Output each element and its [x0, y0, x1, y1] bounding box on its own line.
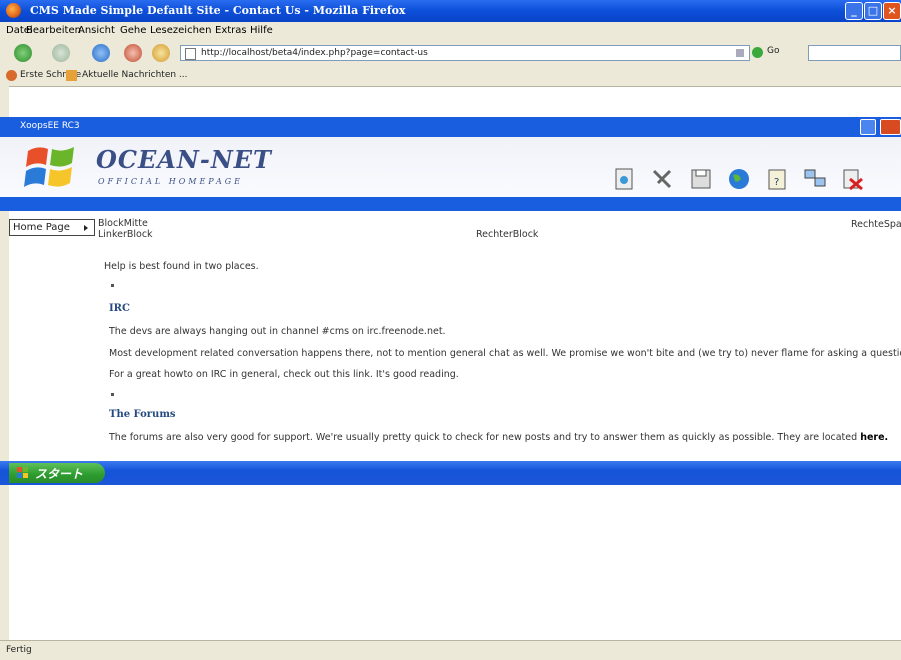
- forums-text: The forums are also very good for suppor…: [109, 432, 861, 443]
- home-page-label: Home Page: [13, 222, 70, 233]
- taskbar: [0, 461, 901, 485]
- svg-text:?: ?: [774, 177, 779, 188]
- logo-subtitle: OFFICIAL HOMEPAGE: [98, 177, 243, 186]
- save-icon[interactable]: [689, 167, 713, 191]
- reload-icon[interactable]: [92, 44, 110, 62]
- go-icon[interactable]: [752, 47, 763, 58]
- site-top-bar-label: XoopsEE RC3: [20, 121, 80, 131]
- windows-flag-logo: [24, 147, 74, 187]
- minimize-button[interactable]: _: [845, 2, 863, 20]
- address-url: http://localhost/beta4/index.php?page=co…: [201, 48, 428, 58]
- irc-line-1: The devs are always hanging out in chann…: [109, 326, 446, 337]
- start-button[interactable]: スタート: [9, 463, 105, 483]
- menu-ansicht[interactable]: Ansicht: [78, 25, 115, 36]
- stop-icon[interactable]: [124, 44, 142, 62]
- delete-icon[interactable]: [840, 167, 864, 191]
- address-bar[interactable]: http://localhost/beta4/index.php?page=co…: [180, 45, 750, 61]
- menu-bearbeiten[interactable]: Bearbeiten: [26, 25, 81, 36]
- menu-gehe[interactable]: Gehe: [120, 25, 146, 36]
- rechte-spalte: RechteSpal: [851, 219, 901, 230]
- bookmark-firefox-icon: [6, 70, 17, 81]
- page-icon: [185, 48, 196, 60]
- menu-bar: Datei Bearbeiten Ansicht Gehe Lesezeiche…: [0, 22, 901, 41]
- header-blue-bar: [0, 197, 901, 211]
- document-icon[interactable]: [613, 167, 637, 191]
- intro-text: Help is best found in two places.: [104, 261, 259, 272]
- maximize-button[interactable]: □: [864, 2, 882, 20]
- irc-line-2: Most development related conversation ha…: [109, 348, 901, 359]
- forums-link[interactable]: here.: [860, 432, 888, 443]
- menu-extras[interactable]: Extras: [215, 25, 247, 36]
- go-button[interactable]: Go: [767, 46, 779, 56]
- bookmark-aktuelle-nachrichten[interactable]: Aktuelle Nachrichten ...: [82, 70, 188, 80]
- forums-heading: The Forums: [109, 409, 176, 420]
- window-title-bar: CMS Made Simple Default Site - Contact U…: [0, 0, 901, 22]
- linker-block: LinkerBlock: [98, 229, 153, 240]
- navigation-toolbar: http://localhost/beta4/index.php?page=co…: [0, 40, 901, 67]
- status-bar: Fertig: [0, 640, 901, 660]
- close-button[interactable]: ×: [883, 2, 901, 20]
- home-page-menu[interactable]: Home Page: [9, 219, 95, 236]
- dropdown-icon[interactable]: [736, 49, 744, 57]
- windows-flag-icon: [17, 467, 28, 478]
- globe-icon[interactable]: [727, 167, 751, 191]
- forums-line: The forums are also very good for suppor…: [109, 432, 888, 443]
- status-text: Fertig: [6, 645, 32, 655]
- firefox-icon: [6, 3, 21, 18]
- site-close-icon[interactable]: [880, 119, 901, 135]
- start-label: スタート: [35, 467, 84, 481]
- rechter-block: RechterBlock: [476, 229, 539, 240]
- tools-icon[interactable]: [650, 167, 674, 191]
- arrow-right-icon: [84, 225, 88, 231]
- bookmarks-toolbar: Erste Schritte Aktuelle Nachrichten ...: [0, 66, 901, 87]
- search-input[interactable]: [808, 45, 901, 61]
- irc-line-3: For a great howto on IRC in general, che…: [109, 369, 459, 380]
- site-top-bar: XoopsEE RC3: [0, 117, 901, 137]
- window-title: CMS Made Simple Default Site - Contact U…: [30, 4, 406, 17]
- rss-icon: [66, 70, 77, 81]
- site-window-icon[interactable]: [860, 119, 876, 135]
- menu-lesezeichen[interactable]: Lesezeichen: [150, 25, 211, 36]
- help-document-icon[interactable]: ?: [765, 167, 789, 191]
- bullet: [111, 284, 114, 287]
- block-mitte: BlockMitte: [98, 218, 148, 229]
- back-icon[interactable]: [14, 44, 32, 62]
- irc-heading: IRC: [109, 303, 130, 314]
- bullet: [111, 393, 114, 396]
- network-icon[interactable]: [803, 167, 827, 191]
- menu-hilfe[interactable]: Hilfe: [250, 25, 273, 36]
- logo-title: OCEAN-NET: [96, 145, 272, 174]
- forward-icon[interactable]: [52, 44, 70, 62]
- home-icon[interactable]: [152, 44, 170, 62]
